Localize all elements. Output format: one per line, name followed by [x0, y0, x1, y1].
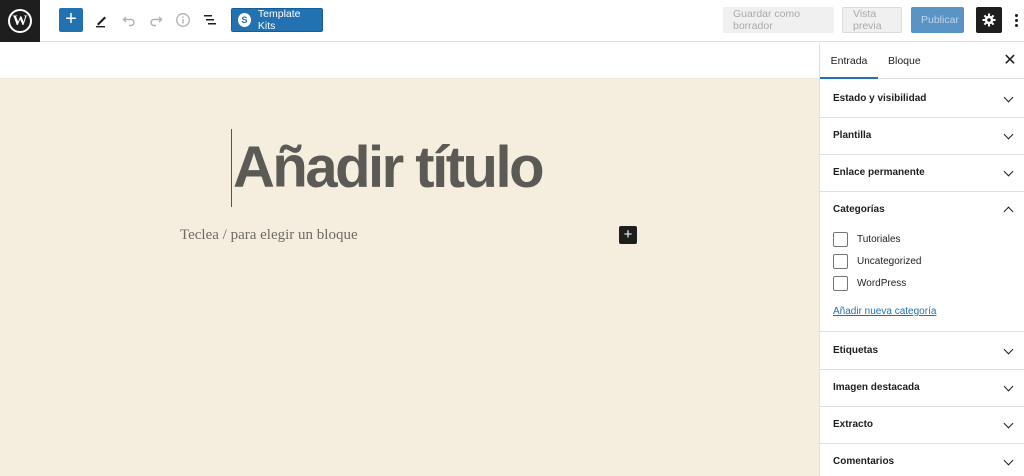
panel-tags: Etiquetas — [820, 332, 1024, 370]
pencil-icon — [96, 16, 106, 28]
panel-toggle-categories[interactable]: Categorías — [820, 191, 1024, 228]
category-checkbox[interactable] — [833, 231, 848, 247]
panel-toggle-featured-image[interactable]: Imagen destacada — [820, 369, 1024, 406]
settings-sidebar: Entrada Bloque ✕ Estado y visibilidad Pl… — [819, 43, 1024, 476]
template-kits-logo-icon: S — [238, 13, 251, 27]
preview-button[interactable]: Vista previa — [842, 7, 902, 33]
add-block-button[interactable]: + — [59, 8, 83, 32]
panel-title: Etiquetas — [833, 345, 879, 356]
panel-status-visibility: Estado y visibilidad — [820, 80, 1024, 118]
panel-template: Plantilla — [820, 117, 1024, 155]
editor-header: W + S Template Kits Guardar como borrado… — [0, 0, 1024, 42]
tab-bloque[interactable]: Bloque — [888, 43, 921, 79]
panel-toggle-permalink[interactable]: Enlace permanente — [820, 154, 1024, 191]
redo-button[interactable] — [145, 9, 167, 31]
undo-icon — [122, 16, 135, 27]
inline-block-inserter-button[interactable]: + — [619, 226, 637, 244]
list-view-icon — [204, 15, 216, 25]
panel-featured-image: Imagen destacada — [820, 369, 1024, 407]
panel-toggle-excerpt[interactable]: Extracto — [820, 406, 1024, 443]
panel-excerpt: Extracto — [820, 406, 1024, 444]
category-item[interactable]: Uncategorized — [833, 253, 921, 269]
panel-title: Plantilla — [833, 130, 872, 141]
editor-top-spacer — [0, 43, 819, 79]
panel-toggle-comments[interactable]: Comentarios — [820, 443, 1024, 476]
save-draft-button[interactable]: Guardar como borrador — [723, 7, 834, 33]
category-label: Uncategorized — [857, 255, 922, 267]
panel-title: Imagen destacada — [833, 382, 920, 393]
template-kits-label: Template Kits — [257, 8, 301, 32]
more-options-button[interactable] — [1010, 9, 1022, 31]
post-title-input[interactable]: Añadir título — [233, 132, 545, 204]
info-icon — [176, 13, 190, 27]
panel-title: Extracto — [833, 419, 874, 430]
chevron-down-icon — [1003, 455, 1014, 466]
details-button[interactable] — [172, 9, 194, 31]
category-label: Tutoriales — [857, 233, 901, 245]
sidebar-tabs: Entrada Bloque ✕ — [820, 43, 1024, 79]
category-label: WordPress — [857, 277, 907, 289]
category-checkbox[interactable] — [833, 253, 848, 269]
panel-title: Comentarios — [833, 456, 895, 467]
settings-button[interactable] — [976, 7, 1002, 33]
panel-title: Estado y visibilidad — [833, 93, 927, 104]
close-sidebar-icon[interactable]: ✕ — [1003, 52, 1017, 70]
undo-button[interactable] — [118, 9, 140, 31]
chevron-down-icon — [1003, 166, 1014, 177]
chevron-down-icon — [1003, 129, 1014, 140]
chevron-down-icon — [1003, 344, 1014, 355]
category-checkbox[interactable] — [833, 275, 848, 291]
category-item[interactable]: Tutoriales — [833, 231, 901, 247]
text-cursor — [231, 129, 232, 207]
panel-toggle-tags[interactable]: Etiquetas — [820, 332, 1024, 369]
panel-comments: Comentarios — [820, 443, 1024, 476]
more-vertical-icon — [1014, 13, 1018, 17]
wordpress-logo-icon: W — [8, 9, 32, 33]
chevron-down-icon — [1003, 418, 1014, 429]
tab-entrada[interactable]: Entrada — [820, 43, 878, 79]
panel-toggle-status-visibility[interactable]: Estado y visibilidad — [820, 80, 1024, 117]
wordpress-logo-button[interactable]: W — [0, 0, 40, 42]
block-placeholder-paragraph[interactable]: Teclea / para elegir un bloque — [180, 227, 358, 244]
tools-button[interactable] — [90, 9, 112, 31]
panel-toggle-template[interactable]: Plantilla — [820, 117, 1024, 154]
chevron-up-icon — [1003, 206, 1014, 217]
gear-icon — [982, 13, 996, 27]
template-kits-button[interactable]: S Template Kits — [231, 8, 323, 32]
add-new-category-link[interactable]: Añadir nueva categoría — [833, 306, 936, 317]
list-view-button[interactable] — [199, 9, 221, 31]
chevron-down-icon — [1003, 92, 1014, 103]
panel-title: Enlace permanente — [833, 167, 925, 178]
panel-permalink: Enlace permanente — [820, 154, 1024, 192]
chevron-down-icon — [1003, 381, 1014, 392]
category-item[interactable]: WordPress — [833, 275, 906, 291]
redo-icon — [150, 16, 163, 27]
publish-button[interactable]: Publicar — [911, 7, 964, 33]
panel-title: Categorías — [833, 204, 885, 215]
